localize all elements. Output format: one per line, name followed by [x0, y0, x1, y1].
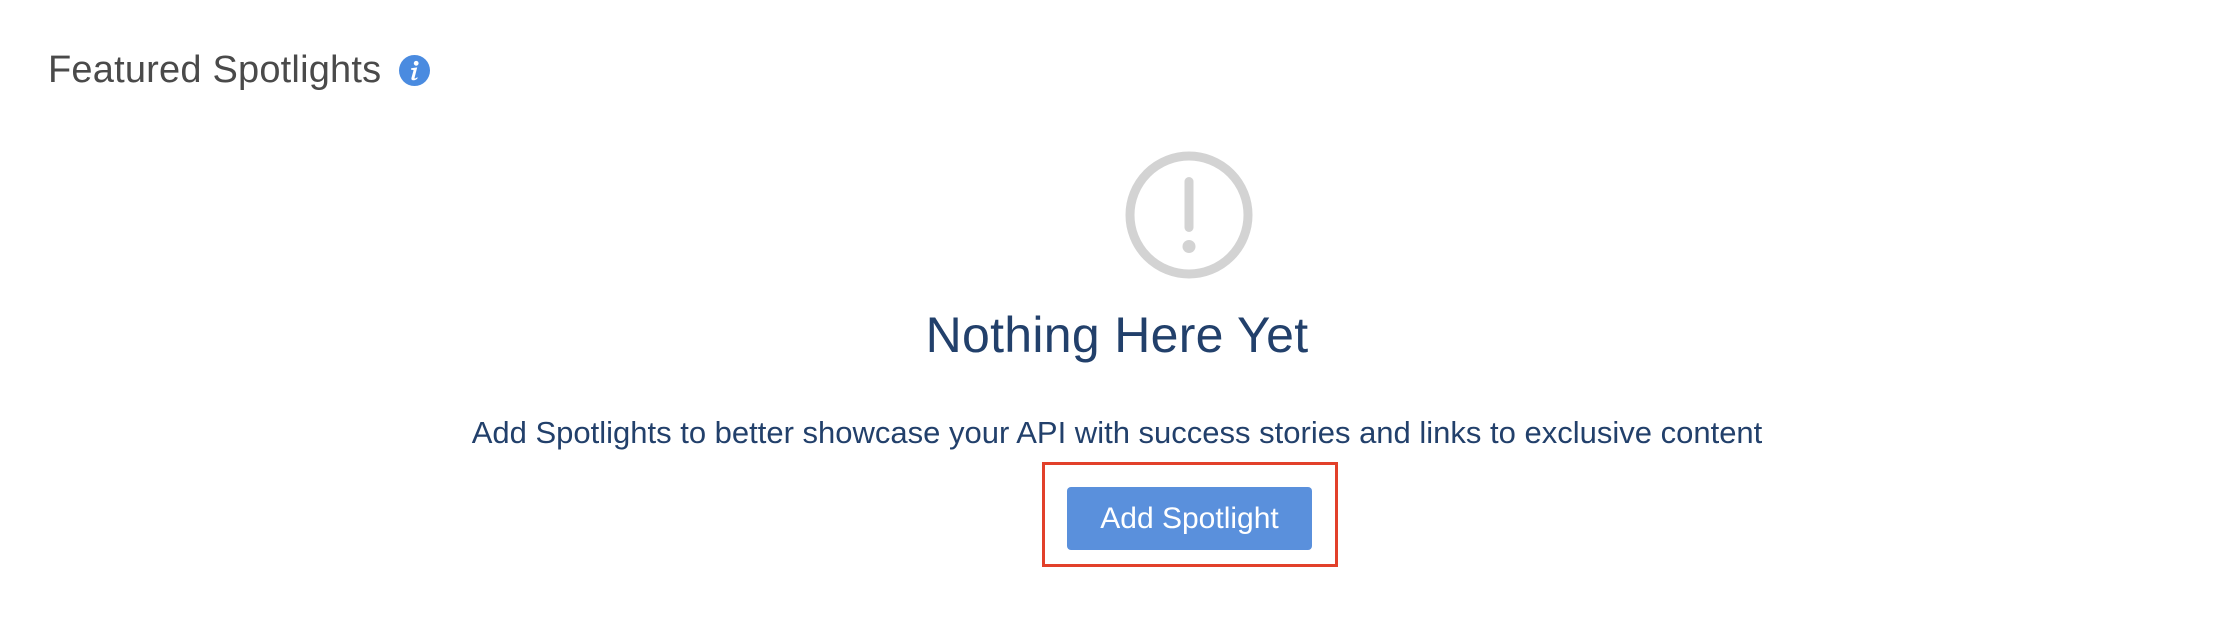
add-spotlight-button[interactable]: Add Spotlight: [1067, 487, 1312, 550]
exclamation-circle-icon: [1125, 151, 1253, 279]
empty-state-description: Add Spotlights to better showcase your A…: [471, 415, 1763, 450]
empty-state: Nothing Here Yet Add Spotlights to bette…: [0, 0, 2234, 624]
empty-state-title: Nothing Here Yet: [925, 307, 1309, 363]
